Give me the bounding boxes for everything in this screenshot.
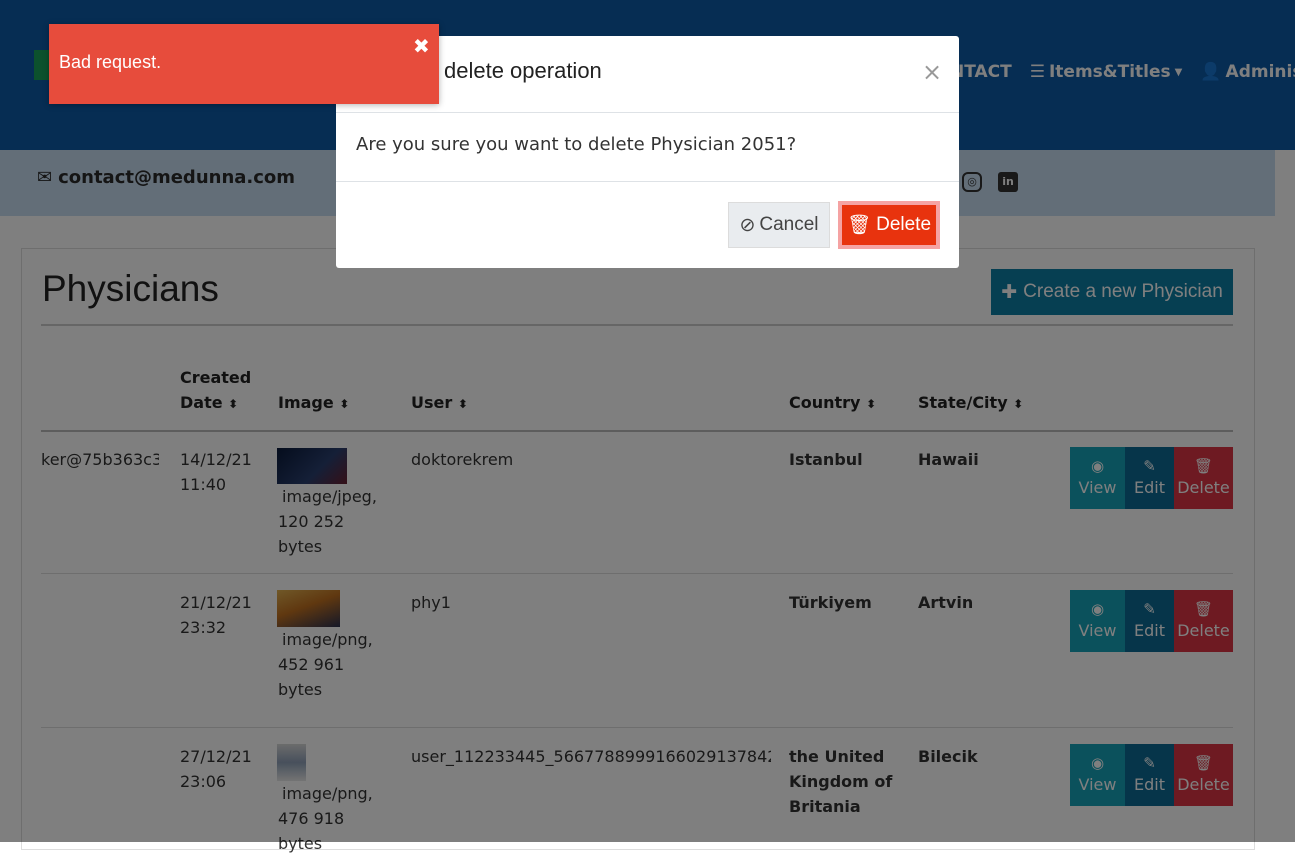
ban-icon: ⊘: [739, 214, 756, 236]
confirm-delete-label: Delete: [876, 214, 932, 235]
confirm-delete-button[interactable]: 🗑 Delete: [838, 201, 940, 249]
toast-message: Bad request.: [59, 52, 162, 72]
trash-icon: 🗑: [846, 215, 872, 236]
modal-title: delete operation: [444, 58, 602, 83]
cancel-button[interactable]: ⊘ Cancel: [728, 202, 830, 248]
toast-close-button[interactable]: ✖: [413, 34, 430, 58]
cancel-label: Cancel: [759, 214, 819, 235]
error-toast[interactable]: Bad request. ✖: [49, 24, 439, 104]
modal-footer-divider: [336, 181, 959, 182]
modal-body-text: Are you sure you want to delete Physicia…: [356, 134, 797, 155]
modal-close-button[interactable]: ×: [922, 58, 942, 86]
